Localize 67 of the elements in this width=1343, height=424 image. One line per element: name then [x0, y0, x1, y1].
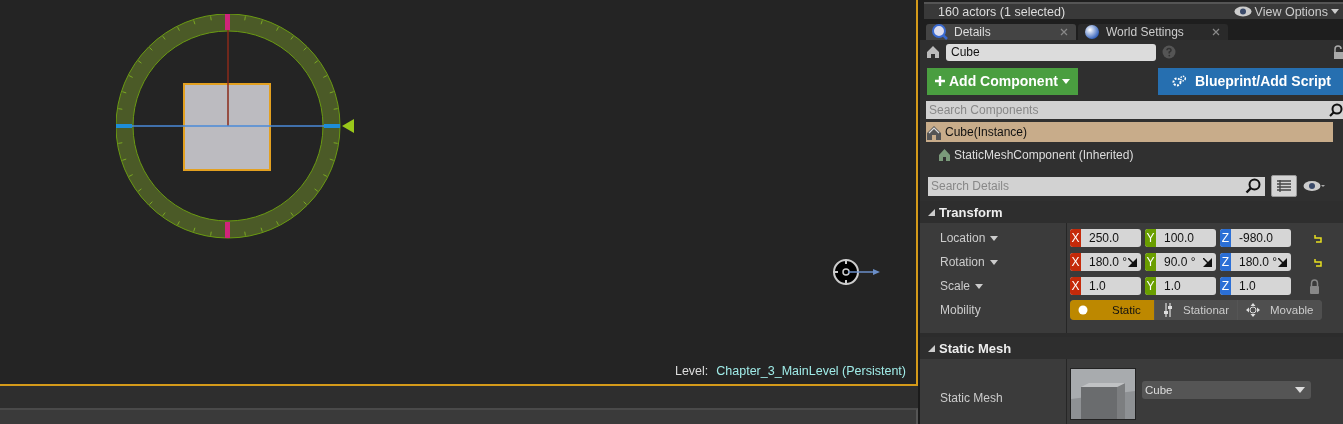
property-label: Static Mesh [940, 391, 1003, 405]
level-name: Chapter_3_MainLevel (Persistent) [716, 364, 906, 378]
caret-icon [1331, 9, 1339, 14]
actor-count: 160 actors (1 selected) [938, 4, 1066, 19]
search-icon[interactable] [1329, 103, 1343, 117]
globe-icon [1084, 24, 1100, 40]
spin-icon[interactable] [1278, 258, 1287, 267]
search-icon[interactable] [1245, 178, 1261, 194]
spin-icon[interactable] [1128, 258, 1137, 267]
number-field[interactable]: X 1.0 [1070, 277, 1141, 295]
component-item[interactable]: Cube(Instance) [926, 122, 1333, 142]
caret-icon[interactable] [990, 235, 999, 241]
pivot-icon[interactable] [832, 258, 882, 286]
level-label: Level: [674, 364, 709, 378]
number-field[interactable]: Y 90.0 ° [1145, 253, 1216, 271]
panel-tab[interactable]: World Settings [1078, 24, 1228, 40]
sliders-icon [1163, 303, 1173, 317]
viewport[interactable]: Level: Chapter_3_MainLevel (Persistent) [0, 0, 918, 386]
property-label: Location [940, 231, 986, 245]
component-item[interactable]: StaticMeshComponent (Inherited) [926, 142, 1333, 167]
number-field[interactable]: X 180.0 ° [1070, 253, 1141, 271]
details-search-box[interactable]: Search Details [928, 176, 1265, 196]
property-matrix-button[interactable] [1271, 175, 1297, 197]
number-field[interactable]: Z 180.0 ° [1220, 253, 1291, 271]
number-field[interactable]: Y 1.0 [1145, 277, 1216, 295]
caret-icon[interactable] [989, 259, 998, 265]
actor-name-field[interactable]: Cube [946, 43, 1156, 61]
mobility-option[interactable]: Movable [1238, 300, 1322, 320]
move-icon [1246, 303, 1261, 317]
reset-icon[interactable] [1313, 233, 1323, 243]
caret-icon[interactable] [975, 283, 984, 289]
blueprint-button[interactable]: Blueprint/Add Script [1157, 67, 1343, 95]
gears-icon [1171, 75, 1187, 87]
close-icon[interactable] [1212, 28, 1220, 36]
lock-icon[interactable] [1309, 278, 1320, 294]
section-header[interactable]: Transform [920, 201, 1343, 223]
view-options-button[interactable]: View Options [1233, 4, 1339, 19]
panel-tab[interactable]: Details [926, 24, 1076, 40]
house-icon [926, 45, 940, 59]
mobility-option[interactable]: Static [1070, 300, 1154, 320]
lock-icon[interactable] [1333, 45, 1343, 59]
property-label: Rotation [940, 255, 985, 269]
property-label: Scale [940, 279, 971, 293]
reset-icon[interactable] [1313, 257, 1323, 267]
house-icon [938, 148, 951, 161]
magnifier-icon [932, 24, 948, 40]
close-icon[interactable] [1060, 28, 1068, 36]
spin-icon[interactable] [1203, 258, 1212, 267]
number-field[interactable]: Y 100.0 [1145, 229, 1216, 247]
eye-icon [1233, 6, 1252, 17]
component-search-box[interactable]: Search Components [926, 101, 1343, 119]
triangle-icon [928, 344, 935, 352]
eye-icon[interactable] [1303, 180, 1325, 192]
property-label: Mobility [940, 303, 981, 317]
number-field[interactable]: X 250.0 [1070, 229, 1141, 247]
caret-icon [1061, 78, 1070, 84]
mobility-option[interactable]: Stationar [1155, 300, 1238, 320]
grid-icon [1277, 180, 1291, 192]
number-field[interactable]: Z 1.0 [1220, 277, 1291, 295]
static-mesh-dropdown[interactable]: Cube [1142, 381, 1311, 399]
caret-icon [1295, 387, 1305, 393]
plus-icon [935, 76, 945, 86]
section-header[interactable]: Static Mesh [920, 337, 1343, 359]
number-field[interactable]: Z -980.0 [1220, 229, 1291, 247]
triangle-icon [928, 208, 935, 216]
house-icon [926, 124, 942, 140]
dot-icon [1078, 305, 1088, 315]
